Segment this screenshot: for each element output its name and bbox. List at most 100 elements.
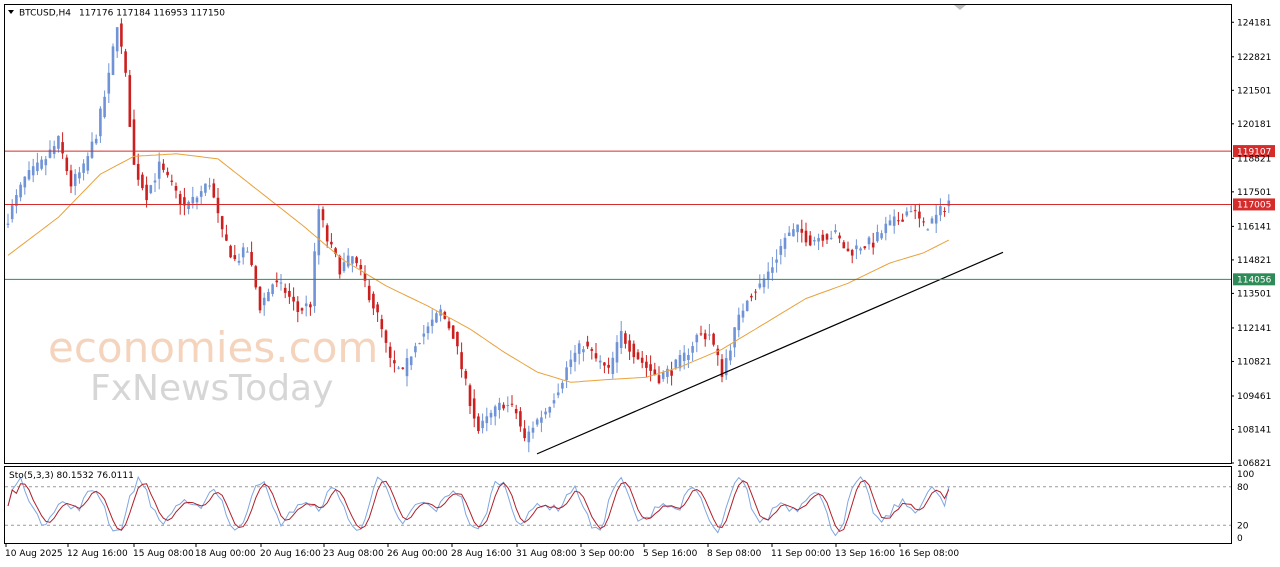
candle-body bbox=[367, 285, 371, 301]
candle-body bbox=[708, 334, 711, 336]
candle-body bbox=[292, 296, 295, 302]
candle-body bbox=[388, 346, 392, 358]
candle-body bbox=[73, 174, 77, 186]
candle-body bbox=[409, 356, 413, 366]
candle-body bbox=[99, 108, 102, 137]
candle-body bbox=[132, 119, 136, 165]
candle-body bbox=[149, 185, 153, 194]
candle-body bbox=[527, 431, 531, 443]
support-level-label: 114056 bbox=[1237, 276, 1272, 286]
candle-body bbox=[204, 183, 207, 193]
candle-body bbox=[540, 417, 543, 423]
ohlc-values: 117176 117184 116953 117150 bbox=[79, 9, 225, 19]
candle-body bbox=[657, 375, 661, 384]
candle-body bbox=[918, 211, 921, 219]
candle-body bbox=[661, 372, 665, 379]
candle-body bbox=[729, 350, 732, 361]
candle-body bbox=[771, 267, 774, 273]
price-tick-label: 112141 bbox=[1237, 324, 1271, 334]
candle-body bbox=[867, 237, 871, 245]
price-tick-label: 121501 bbox=[1237, 87, 1271, 97]
candle-body bbox=[523, 428, 526, 439]
candle-body bbox=[821, 234, 825, 241]
candle-body bbox=[313, 251, 316, 307]
price-tick-label: 106821 bbox=[1237, 459, 1271, 469]
candle-body bbox=[346, 255, 350, 267]
candle-body bbox=[153, 180, 157, 183]
candle-body bbox=[178, 194, 182, 205]
stochastic-panel bbox=[4, 466, 1232, 544]
candle-body bbox=[594, 353, 598, 359]
candle-body bbox=[876, 232, 879, 242]
candle-body bbox=[187, 201, 190, 210]
candle-body bbox=[477, 416, 480, 432]
price-tick-label: 109461 bbox=[1237, 392, 1271, 402]
candle-body bbox=[670, 370, 673, 376]
candle-body bbox=[225, 234, 228, 241]
candle-body bbox=[846, 248, 850, 252]
time-tick-label: 31 Aug 08:00 bbox=[516, 549, 577, 559]
candle-body bbox=[804, 230, 808, 243]
price-tick-label: 120181 bbox=[1237, 120, 1271, 130]
candle-body bbox=[393, 360, 396, 364]
candle-body bbox=[23, 176, 27, 188]
candle-body bbox=[687, 355, 690, 361]
candle-body bbox=[405, 358, 409, 377]
candle-body bbox=[468, 385, 472, 406]
candle-body bbox=[267, 291, 270, 302]
time-tick-label: 5 Sep 16:00 bbox=[643, 549, 698, 559]
candle-body bbox=[695, 334, 699, 343]
candle-body bbox=[65, 157, 69, 172]
candle-body bbox=[598, 360, 602, 363]
candle-body bbox=[233, 255, 237, 260]
candle-body bbox=[792, 229, 795, 237]
candle-body bbox=[699, 333, 703, 335]
candle-body bbox=[582, 349, 585, 353]
candle-body bbox=[691, 346, 694, 353]
candle-body bbox=[464, 371, 468, 379]
candle-body bbox=[103, 96, 106, 118]
candle-body bbox=[548, 406, 552, 413]
candle-body bbox=[460, 352, 463, 370]
candle-body bbox=[330, 241, 333, 245]
candle-body bbox=[607, 364, 610, 368]
candle-body bbox=[384, 330, 388, 343]
candle-body bbox=[82, 163, 85, 173]
candle-body bbox=[624, 333, 627, 344]
candle-body bbox=[120, 23, 123, 47]
candle-body bbox=[258, 286, 262, 311]
candle-body bbox=[850, 250, 854, 256]
candle-body bbox=[905, 211, 909, 216]
candle-body bbox=[481, 420, 484, 429]
candle-body bbox=[510, 403, 514, 405]
time-tick-label: 20 Aug 16:00 bbox=[260, 549, 321, 559]
candle-body bbox=[78, 172, 81, 179]
candle-body bbox=[6, 223, 10, 225]
candle-body bbox=[325, 225, 329, 242]
candle-body bbox=[435, 313, 438, 323]
candle-body bbox=[817, 238, 820, 242]
candle-body bbox=[552, 400, 556, 404]
candle-body bbox=[57, 135, 60, 149]
price-tick-label: 114821 bbox=[1237, 256, 1271, 266]
candle-body bbox=[69, 170, 73, 187]
candle-body bbox=[565, 367, 568, 380]
candle-body bbox=[783, 237, 787, 249]
candle-body bbox=[380, 319, 384, 330]
candle-body bbox=[737, 314, 741, 331]
candle-body bbox=[372, 293, 375, 309]
candle-body bbox=[19, 184, 22, 198]
candle-body bbox=[414, 346, 417, 353]
candle-body bbox=[472, 398, 476, 419]
time-tick-label: 8 Sep 08:00 bbox=[707, 549, 762, 559]
candle-body bbox=[913, 210, 917, 212]
candle-body bbox=[813, 240, 816, 242]
candle-body bbox=[359, 264, 363, 270]
candle-body bbox=[44, 159, 48, 166]
candle-body bbox=[145, 184, 148, 201]
time-tick-label: 3 Sep 00:00 bbox=[580, 549, 635, 559]
time-tick-label: 10 Aug 2025 bbox=[5, 549, 63, 559]
time-tick-label: 16 Sep 08:00 bbox=[899, 549, 959, 559]
candle-body bbox=[212, 183, 216, 198]
time-tick-label: 15 Aug 08:00 bbox=[133, 549, 194, 559]
